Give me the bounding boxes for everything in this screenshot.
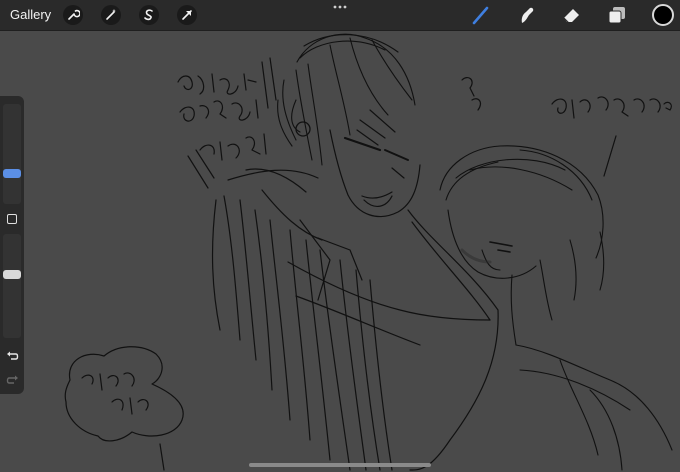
undo-arrow-icon[interactable] xyxy=(6,350,19,362)
transform-arrow-icon[interactable] xyxy=(177,5,197,25)
opacity-slider[interactable] xyxy=(3,234,21,338)
redo-arrow-icon[interactable] xyxy=(6,374,19,386)
sketch-artwork xyxy=(64,33,673,471)
brush-icon[interactable] xyxy=(470,4,492,26)
modify-button[interactable] xyxy=(7,214,17,224)
top-toolbar: Gallery xyxy=(0,0,680,31)
gallery-button[interactable]: Gallery xyxy=(10,7,51,22)
brush-sidebar xyxy=(0,96,24,394)
adjustments-magic-wand-icon[interactable] xyxy=(101,5,121,25)
grip-dots-icon[interactable] xyxy=(333,3,347,11)
layers-icon[interactable] xyxy=(606,4,628,26)
opacity-handle[interactable] xyxy=(3,270,21,280)
actions-wrench-icon[interactable] xyxy=(63,5,83,25)
smudge-icon[interactable] xyxy=(515,4,537,26)
eraser-icon[interactable] xyxy=(561,4,583,26)
brush-size-slider[interactable] xyxy=(3,104,21,204)
brush-size-handle[interactable] xyxy=(3,168,21,178)
drawing-canvas[interactable] xyxy=(0,31,680,472)
color-picker-swatch[interactable] xyxy=(652,4,674,26)
selection-icon[interactable] xyxy=(139,5,159,25)
home-indicator-bar xyxy=(249,463,431,467)
